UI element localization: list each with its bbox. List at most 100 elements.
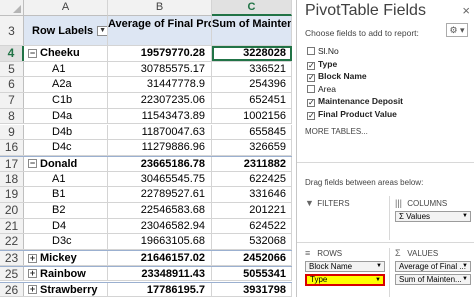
chevron-down-icon[interactable]: ▼: [462, 212, 468, 221]
expand-icon[interactable]: +: [28, 269, 37, 279]
row-label-cell[interactable]: B1: [24, 187, 108, 202]
avg-final-product-cell[interactable]: 23348911.43: [108, 266, 212, 281]
avg-final-product-cell[interactable]: 22789527.61: [108, 187, 212, 202]
row-number[interactable]: 5: [0, 61, 24, 77]
column-header-b[interactable]: B: [108, 0, 212, 16]
row-number[interactable]: 16: [0, 140, 24, 155]
avg-final-product-cell[interactable]: 19663105.68: [108, 234, 212, 250]
sum-maintenance-cell[interactable]: 532068: [212, 234, 292, 250]
row-label-cell[interactable]: A1: [24, 171, 108, 187]
row-label-cell[interactable]: A2a: [24, 77, 108, 93]
row-number[interactable]: 4: [0, 46, 24, 61]
avg-final-product-cell[interactable]: 23665186.78: [108, 156, 212, 171]
sum-maintenance-cell[interactable]: 201221: [212, 203, 292, 218]
row-label-cell[interactable]: A1: [24, 61, 108, 77]
avg-final-product-cell[interactable]: 22546583.68: [108, 203, 212, 218]
row-label-cell[interactable]: B2: [24, 203, 108, 218]
field-item[interactable]: ✓ Type: [307, 59, 337, 70]
sum-maintenance-cell[interactable]: 5055341: [212, 266, 292, 281]
row-labels-header[interactable]: Row Labels ▼: [24, 16, 108, 45]
gear-icon[interactable]: ⚙ ▾: [446, 23, 468, 37]
row-number[interactable]: 19: [0, 187, 24, 202]
row-label-cell[interactable]: + Mickey: [24, 251, 108, 265]
column-header-c[interactable]: C: [212, 0, 292, 16]
sum-maintenance-cell[interactable]: 1002156: [212, 108, 292, 124]
collapse-icon[interactable]: −: [28, 159, 37, 169]
sum-maintenance-cell[interactable]: 2452066: [212, 251, 292, 265]
sum-maintenance-cell[interactable]: 652451: [212, 93, 292, 108]
chevron-down-icon[interactable]: ▼: [375, 276, 381, 284]
avg-final-product-header[interactable]: Average of Final Product Value: [108, 16, 212, 45]
sum-maintenance-cell[interactable]: 331646: [212, 187, 292, 202]
avg-final-product-cell[interactable]: 19579770.28: [108, 46, 212, 61]
row-number[interactable]: 17: [0, 156, 24, 171]
avg-final-product-cell[interactable]: 21646157.02: [108, 251, 212, 265]
field-item[interactable]: Sl.No: [307, 46, 339, 56]
avg-final-product-cell[interactable]: 30465545.75: [108, 171, 212, 187]
rows-chip-type[interactable]: Type ▼: [305, 274, 385, 286]
more-tables-link[interactable]: MORE TABLES...: [305, 127, 368, 136]
sum-maintenance-header[interactable]: Sum of Maintenance Deposit: [212, 16, 292, 45]
close-icon[interactable]: ×: [462, 3, 470, 18]
values-chip-sum[interactable]: Sum of Mainten... ▼: [395, 274, 471, 285]
field-item[interactable]: ✓ Maintenance Deposit: [307, 96, 403, 107]
avg-final-product-cell[interactable]: 22307235.06: [108, 93, 212, 108]
chevron-down-icon[interactable]: ▼: [462, 275, 468, 284]
sum-maintenance-cell[interactable]: 254396: [212, 77, 292, 93]
sum-maintenance-cell[interactable]: 336521: [212, 61, 292, 77]
expand-icon[interactable]: +: [28, 285, 37, 295]
checkbox-checked-icon[interactable]: ✓: [307, 74, 315, 82]
avg-final-product-cell[interactable]: 23046582.94: [108, 218, 212, 234]
sum-maintenance-cell[interactable]: 3228028: [212, 46, 292, 61]
row-label-cell[interactable]: D4b: [24, 124, 108, 140]
avg-final-product-cell[interactable]: 11279886.96: [108, 140, 212, 155]
row-number[interactable]: 23: [0, 251, 24, 265]
chevron-down-icon[interactable]: ▼: [376, 262, 382, 271]
sum-maintenance-cell[interactable]: 622425: [212, 171, 292, 187]
values-chip-average[interactable]: Average of Final ... ▼: [395, 261, 471, 272]
columns-values-chip[interactable]: Σ Values ▼: [395, 211, 471, 222]
row-number[interactable]: 21: [0, 218, 24, 234]
sum-maintenance-cell[interactable]: 3931798: [212, 282, 292, 297]
collapse-icon[interactable]: −: [28, 48, 37, 58]
sum-maintenance-cell[interactable]: 624522: [212, 218, 292, 234]
sum-maintenance-cell[interactable]: 2311882: [212, 156, 292, 171]
row-number[interactable]: 8: [0, 108, 24, 124]
row-label-cell[interactable]: − Donald: [24, 156, 108, 171]
filter-dropdown-icon[interactable]: ▼: [97, 26, 107, 37]
avg-final-product-cell[interactable]: 30785575.17: [108, 61, 212, 77]
rows-chip-block-name[interactable]: Block Name ▼: [305, 261, 385, 272]
select-all-corner[interactable]: [0, 0, 24, 16]
avg-final-product-cell[interactable]: 11543473.89: [108, 108, 212, 124]
column-header-a[interactable]: A: [24, 0, 108, 16]
checkbox-checked-icon[interactable]: ✓: [307, 99, 315, 107]
row-number[interactable]: 22: [0, 234, 24, 250]
row-number[interactable]: 18: [0, 171, 24, 187]
row-label-cell[interactable]: D4: [24, 218, 108, 234]
row-number[interactable]: 6: [0, 77, 24, 93]
sum-maintenance-cell[interactable]: 655845: [212, 124, 292, 140]
avg-final-product-cell[interactable]: 31447778.9: [108, 77, 212, 93]
checkbox-checked-icon[interactable]: ✓: [307, 111, 315, 120]
expand-icon[interactable]: +: [28, 253, 37, 263]
field-item[interactable]: ✓ Final Product Value: [307, 109, 397, 120]
row-label-cell[interactable]: C1b: [24, 93, 108, 108]
checkbox-icon[interactable]: [307, 47, 315, 55]
row-number[interactable]: 7: [0, 93, 24, 108]
row-number[interactable]: 9: [0, 124, 24, 140]
row-label-cell[interactable]: D4a: [24, 108, 108, 124]
field-item[interactable]: Area: [307, 84, 336, 94]
row-number[interactable]: 26: [0, 282, 24, 297]
checkbox-icon[interactable]: [307, 84, 315, 93]
row-number[interactable]: 25: [0, 266, 24, 281]
row-label-cell[interactable]: − Cheeku: [24, 46, 108, 61]
row-label-cell[interactable]: D3c: [24, 234, 108, 250]
row-number[interactable]: 20: [0, 203, 24, 218]
field-item[interactable]: ✓ Block Name: [307, 71, 367, 82]
chevron-down-icon[interactable]: ▼: [462, 262, 468, 271]
row-label-cell[interactable]: D4c: [24, 140, 108, 155]
checkbox-checked-icon[interactable]: ✓: [307, 61, 315, 70]
row-label-cell[interactable]: + Rainbow: [24, 266, 108, 281]
avg-final-product-cell[interactable]: 17786195.7: [108, 282, 212, 297]
avg-final-product-cell[interactable]: 11870047.63: [108, 124, 212, 140]
